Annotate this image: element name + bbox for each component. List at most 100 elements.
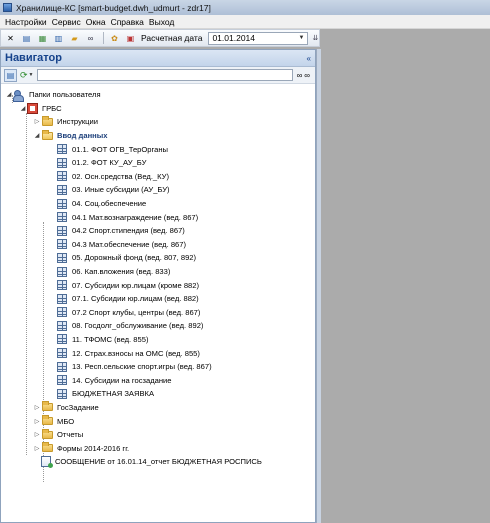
tree-node-label: 08. Госдолг_обслуживание (вед. 892) xyxy=(72,321,204,331)
table-form-icon xyxy=(57,212,67,223)
tree-node-form[interactable]: 08. Госдолг_обслуживание (вед. 892) xyxy=(1,319,315,333)
tree-node-form[interactable]: 01.2. ФОТ КУ_АУ_БУ xyxy=(1,156,315,170)
tree-node-label: 04. Соц.обеспечение xyxy=(72,199,147,209)
tree-node-label: 13. Респ.сельские спорт.игры (вед. 867) xyxy=(72,362,212,372)
expand-arrow-icon[interactable]: ▷ xyxy=(33,418,41,425)
calendar-icon[interactable]: ▣ xyxy=(125,33,136,44)
tree-node-label: МБО xyxy=(57,416,75,426)
tree-node-label: 07.2 Спорт клубы, центры (вед. 867) xyxy=(72,307,201,317)
tree-node-form[interactable]: 13. Респ.сельские спорт.игры (вед. 867) xyxy=(1,360,315,374)
list-view-icon[interactable]: ▤ xyxy=(4,68,17,82)
tree-node-label: 03. Иные субсидии (АУ_БУ) xyxy=(72,185,170,195)
tree-node-label: 01.2. ФОТ КУ_АУ_БУ xyxy=(72,158,147,168)
expand-arrow-icon[interactable]: ▷ xyxy=(33,118,41,125)
date-select[interactable]: 01.01.2014 ▼ xyxy=(208,31,309,45)
open-folder-icon xyxy=(42,129,53,140)
menu-settings[interactable]: Настройки xyxy=(5,17,47,27)
tree-node-grbs[interactable]: ◢ ГРБС xyxy=(1,102,315,116)
main-toolbar: ✕ ▤ ▦ ▥ ▰ ∞ ✿ ▣ Расчетная дата 01.01.201… xyxy=(0,29,320,47)
find-next-icon[interactable]: ∞ xyxy=(304,71,310,80)
tree-node-label: Ввод данных xyxy=(57,131,108,141)
tree-node-form[interactable]: 06. Кап.вложения (вед. 833) xyxy=(1,265,315,279)
folder-icon xyxy=(42,428,53,439)
tree-node-form[interactable]: 14. Субсидии на госзадание xyxy=(1,373,315,387)
tree-node-form[interactable]: 04.1 Мат.вознаграждение (вед. 867) xyxy=(1,210,315,224)
tree-node-label: 07. Субсидии юр.лицам (кроме 882) xyxy=(72,280,200,290)
tree-node-label: Инструкции xyxy=(57,117,99,127)
table-form-icon xyxy=(57,375,67,386)
find-icon[interactable]: ∞ xyxy=(297,71,303,80)
tree-node-form[interactable]: 07.2 Спорт клубы, центры (вед. 867) xyxy=(1,306,315,320)
folder-icon xyxy=(42,401,53,412)
chevron-down-icon[interactable]: ▼ xyxy=(299,35,305,41)
tree-node-form[interactable]: 07. Субсидии юр.лицам (кроме 882) xyxy=(1,278,315,292)
table-form-icon xyxy=(57,144,67,155)
table-form-icon xyxy=(57,184,67,195)
tree-node-form[interactable]: 01.1. ФОТ ОГВ_ТерОрганы xyxy=(1,142,315,156)
folder-gear-icon[interactable]: ✿ xyxy=(109,33,120,44)
tree-node-form[interactable]: БЮДЖЕТНАЯ ЗАЯВКА xyxy=(1,387,315,401)
table-form-icon xyxy=(57,239,67,250)
tree-node-form[interactable]: 02. Осн.средства (Вед._КУ) xyxy=(1,170,315,184)
tree-node-form[interactable]: 04.2 Спорт.стипендия (вед. 867) xyxy=(1,224,315,238)
menu-bar: Настройки Сервис Окна Справка Выход xyxy=(0,15,490,29)
panel-splitter[interactable] xyxy=(316,49,321,523)
tree-node-form[interactable]: 12. Страх.взносы на ОМС (вед. 855) xyxy=(1,346,315,360)
tree-node-forms-2014-2016[interactable]: ▷ Формы 2014-2016 гг. xyxy=(1,441,315,455)
tree-node-label: БЮДЖЕТНАЯ ЗАЯВКА xyxy=(72,389,155,399)
tree-node-user-folders[interactable]: ◢ Папки пользователя xyxy=(1,88,315,102)
binoculars-icon[interactable]: ∞ xyxy=(85,33,96,44)
expand-arrow-icon[interactable]: ▷ xyxy=(33,445,41,452)
tree-node-gos-zadanie[interactable]: ▷ ГосЗадание xyxy=(1,401,315,415)
table-form-icon xyxy=(57,252,67,263)
tools-icon[interactable]: ✕ xyxy=(5,33,16,44)
collapse-arrow-icon[interactable]: ◢ xyxy=(5,91,13,98)
folder-icon xyxy=(42,115,53,126)
tree-node-form[interactable]: 11. ТФОМС (вед. 855) xyxy=(1,333,315,347)
tree-node-label: ГРБС xyxy=(42,103,62,113)
folder-icon[interactable]: ▰ xyxy=(69,33,80,44)
collapse-arrow-icon[interactable]: ◢ xyxy=(19,105,27,112)
tree-node-form[interactable]: 04. Соц.обеспечение xyxy=(1,197,315,211)
collapse-icon[interactable]: « xyxy=(307,54,311,63)
tree-node-label: 14. Субсидии на госзадание xyxy=(72,375,172,385)
date-value: 01.01.2014 xyxy=(212,33,255,43)
tree-node-form[interactable]: 05. Дорожный фонд (вед. 807, 892) xyxy=(1,251,315,265)
table-form-icon xyxy=(57,320,67,331)
expand-arrow-icon[interactable]: ▷ xyxy=(33,431,41,438)
menu-service[interactable]: Сервис xyxy=(52,17,81,27)
tree-node-label: 06. Кап.вложения (вед. 833) xyxy=(72,267,171,277)
toolbar-separator xyxy=(103,32,104,44)
tree-node-message[interactable]: СООБЩЕНИЕ от 16.01.14_отчет БЮДЖЕТНАЯ РО… xyxy=(1,455,315,469)
tree-node-instructions[interactable]: ▷ Инструкции xyxy=(1,115,315,129)
grid-icon[interactable]: ▥ xyxy=(53,33,64,44)
table-form-icon xyxy=(57,388,67,399)
table-form-icon xyxy=(57,348,67,359)
table-form-icon xyxy=(57,171,67,182)
menu-help[interactable]: Справка xyxy=(111,17,144,27)
tree-node-label: Отчеты xyxy=(57,430,84,440)
chevron-down-icon: ▼ xyxy=(28,72,34,78)
table-form-icon xyxy=(57,280,67,291)
menu-exit[interactable]: Выход xyxy=(149,17,174,27)
tree-node-data-entry[interactable]: ◢ Ввод данных xyxy=(1,129,315,143)
collapse-arrow-icon[interactable]: ◢ xyxy=(33,132,41,139)
title-bar: Хранилище-КС [smart-budget.dwh_udmurt - … xyxy=(0,0,490,15)
expand-arrow-icon[interactable]: ▷ xyxy=(33,404,41,411)
tree-node-label: 02. Осн.средства (Вед._КУ) xyxy=(72,171,170,181)
tree-node-reports[interactable]: ▷ Отчеты xyxy=(1,428,315,442)
tree-node-label: 04.1 Мат.вознаграждение (вед. 867) xyxy=(72,212,199,222)
document-icon[interactable]: ▤ xyxy=(21,33,32,44)
tree-node-form[interactable]: 04.3 Мат.обеспечение (вед. 867) xyxy=(1,238,315,252)
document-report-icon xyxy=(41,456,53,469)
navigator-header: Навигатор « xyxy=(1,50,315,67)
table-icon[interactable]: ▦ xyxy=(37,33,48,44)
tree-node-mbo[interactable]: ▷ МБО xyxy=(1,414,315,428)
toolbar-overflow-icon[interactable]: ⇊ xyxy=(312,34,318,42)
navigator-search-input[interactable] xyxy=(36,69,293,81)
tree-node-label: СООБЩЕНИЕ от 16.01.14_отчет БЮДЖЕТНАЯ РО… xyxy=(55,457,262,467)
refresh-button[interactable]: ⟳ ▼ xyxy=(20,70,34,81)
tree-node-form[interactable]: 03. Иные субсидии (АУ_БУ) xyxy=(1,183,315,197)
menu-windows[interactable]: Окна xyxy=(86,17,106,27)
tree-node-form[interactable]: 07.1. Субсидии юр.лицам (вед. 882) xyxy=(1,292,315,306)
